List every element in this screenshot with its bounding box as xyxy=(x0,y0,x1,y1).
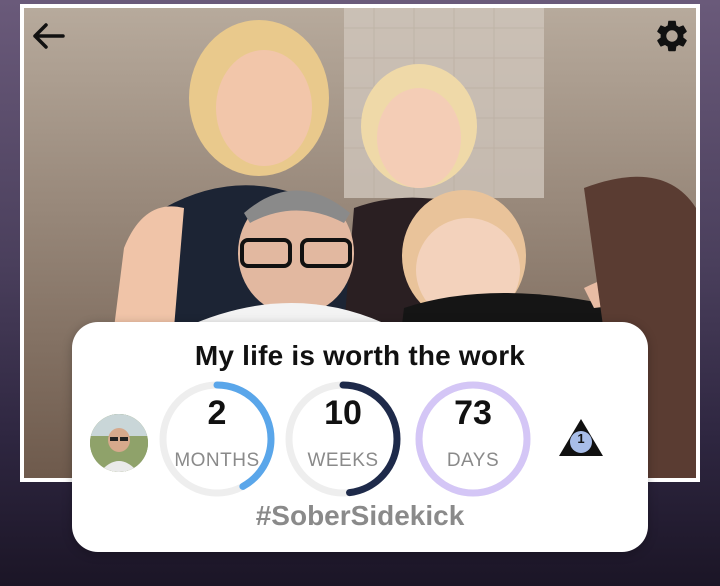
weeks-label: WEEKS xyxy=(307,450,379,471)
avatar[interactable] xyxy=(90,414,148,472)
days-label: DAYS xyxy=(446,450,500,471)
sobriety-counter-card: My life is worth the work 2 MONTHS 10 WE… xyxy=(72,322,648,552)
days-value: 73 xyxy=(454,394,492,432)
arrow-left-icon xyxy=(33,23,65,49)
days-counter: 73 DAYS xyxy=(414,380,532,498)
weeks-value: 10 xyxy=(324,394,362,432)
weeks-counter: 10 WEEKS xyxy=(284,380,402,498)
triangle-badge-button[interactable]: 1 xyxy=(556,416,606,460)
hashtag: #SoberSidekick xyxy=(255,500,465,531)
badge-count: 1 xyxy=(577,431,585,446)
back-button[interactable] xyxy=(24,12,72,60)
months-value: 2 xyxy=(207,394,227,432)
gear-icon xyxy=(657,20,687,52)
card-title: My life is worth the work xyxy=(194,340,526,371)
months-counter: 2 MONTHS xyxy=(158,380,276,498)
settings-button[interactable] xyxy=(648,12,696,60)
months-label: MONTHS xyxy=(174,450,260,471)
